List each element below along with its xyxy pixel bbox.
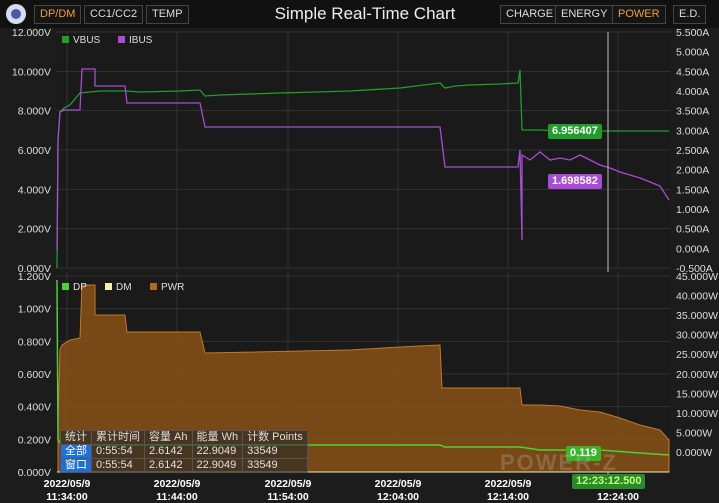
table-cell: 2.6142 <box>144 458 193 473</box>
tick-label: 1.000V <box>18 304 51 316</box>
top-left-axis: 12.000V10.000V8.000V6.000V4.000V2.000V0.… <box>12 28 51 275</box>
x-tick-date: 2022/05/9 <box>44 478 91 490</box>
tick-label: 0.400V <box>18 402 51 414</box>
legend-swatch-pwr <box>150 283 157 290</box>
vbus-readout: 6.956407 <box>548 124 602 139</box>
tick-label: 1.200V <box>18 271 51 283</box>
table-cell: 22.9049 <box>191 444 244 459</box>
tick-label: 2.000A <box>676 165 709 177</box>
x-tick-time: 11:34:00 <box>46 491 88 503</box>
legend-swatch-dm <box>105 283 112 290</box>
tick-label: 3.000A <box>676 125 709 137</box>
stats-header: 能量 Wh <box>191 430 244 445</box>
bottom-left-axis: 1.200V1.000V0.800V0.600V0.400V0.200V0.00… <box>18 271 51 479</box>
tick-label: 0.000W <box>676 447 712 459</box>
chart-title: Simple Real-Time Chart <box>274 4 456 23</box>
tick-label: 30.000W <box>676 330 718 342</box>
x-tick-date: 2022/05/9 <box>375 478 422 490</box>
table-cell: 0:55:54 <box>91 458 145 473</box>
tick-label: 0.500A <box>676 224 709 236</box>
tick-label: 15.000W <box>676 388 718 400</box>
tick-label: 1.500A <box>676 184 709 196</box>
tick-label: 0.800V <box>18 336 51 348</box>
stats-header: 统计 <box>60 430 92 445</box>
tick-label: 1.000A <box>676 204 709 216</box>
x-tick-time: 11:44:00 <box>156 491 198 503</box>
legend-label-dp: DP <box>73 282 87 293</box>
tick-label: 12.000V <box>12 28 51 39</box>
x-axis: 2022/05/911:34:002022/05/911:44:002022/0… <box>44 478 642 503</box>
tick-label: 10.000W <box>676 408 718 420</box>
table-cell: 2.6142 <box>144 444 193 459</box>
x-tick-time: 11:54:00 <box>267 491 309 503</box>
stats-row-label[interactable]: 全部 <box>60 444 92 459</box>
x-tick-date: 2022/05/9 <box>265 478 312 490</box>
x-tick-time: 12:24:00 <box>597 491 639 503</box>
legend-swatch-vbus <box>62 36 69 43</box>
table-row: 窗口 0:55:54 2.6142 22.9049 33549 <box>60 458 308 473</box>
x-tick-date: 2022/05/9 <box>154 478 201 490</box>
tab-dp-dm[interactable]: DP/DM <box>34 5 82 24</box>
table-cell: 0:55:54 <box>91 444 145 459</box>
table-cell: 33549 <box>242 458 308 473</box>
tick-label: 3.500A <box>676 106 709 118</box>
x-tick-time: 12:04:00 <box>377 491 419 503</box>
tick-label: 2.000V <box>18 224 51 236</box>
table-cell: 33549 <box>242 444 308 459</box>
stats-table: 统计 累计时间 容量 Ah 能量 Wh 计数 Points 全部 0:55:54… <box>60 430 308 473</box>
stats-row-label[interactable]: 窗口 <box>60 458 92 473</box>
legend-label-dm: DM <box>116 282 132 293</box>
stats-header: 计数 Points <box>242 430 308 445</box>
tick-label: 20.000W <box>676 369 718 381</box>
tick-label: 0.200V <box>18 434 51 446</box>
tick-label: 2.500A <box>676 145 709 157</box>
tick-label: 0.000A <box>676 243 709 255</box>
tick-label: 10.000V <box>12 66 51 78</box>
tick-label: 6.000V <box>18 145 51 157</box>
ibus-readout: 1.698582 <box>548 174 602 189</box>
tick-label: 4.000V <box>18 184 51 196</box>
tab-cc1-cc2[interactable]: CC1/CC2 <box>84 5 144 24</box>
top-toolbar: DP/DM CC1/CC2 TEMP Simple Real-Time Char… <box>0 0 719 28</box>
app-logo-icon <box>6 4 26 24</box>
bottom-right-axis: 45.000W 40.000W 35.000W 30.000W 25.000W 20.00… <box>676 271 718 459</box>
legend-label-vbus: VBUS <box>73 35 101 46</box>
tick-label: 8.000V <box>18 106 51 118</box>
tick-label: 40.000W <box>676 291 718 303</box>
tick-label: 0.600V <box>18 369 51 381</box>
legend-swatch-dp <box>62 283 69 290</box>
legend-swatch-ibus <box>118 36 125 43</box>
stats-header: 容量 Ah <box>144 430 193 445</box>
tab-temp[interactable]: TEMP <box>146 5 189 24</box>
tick-label: 5.000W <box>676 427 712 439</box>
tick-label: 35.000W <box>676 310 718 322</box>
stats-header: 累计时间 <box>91 430 145 445</box>
tick-label: 5.500A <box>676 28 709 39</box>
tab-ed[interactable]: E.D. <box>673 5 707 24</box>
legend-label-ibus: IBUS <box>129 35 153 46</box>
tick-label: 5.000A <box>676 47 709 59</box>
x-tick-time: 12:14:00 <box>487 491 529 503</box>
tick-label: 25.000W <box>676 349 718 361</box>
tick-label: 45.000W <box>676 271 718 283</box>
top-right-axis: 5.500A 5.000A 4.500A 4.000A 3.500A 3.000A 2.50… <box>676 28 713 275</box>
tick-label: 4.500A <box>676 66 709 78</box>
x-tick-date: 2022/05/9 <box>485 478 532 490</box>
table-cell: 22.9049 <box>191 458 244 473</box>
tab-power[interactable]: POWER <box>612 5 666 24</box>
powerz-watermark: POWER-Z <box>500 450 618 475</box>
stats-header-row: 统计 累计时间 容量 Ah 能量 Wh 计数 Points <box>60 430 308 445</box>
table-row: 全部 0:55:54 2.6142 22.9049 33549 <box>60 444 308 459</box>
tab-charge[interactable]: CHARGE <box>500 5 560 24</box>
cursor-time-readout: 12:23:12.500 <box>572 474 646 489</box>
legend-label-pwr: PWR <box>161 282 184 293</box>
tab-energy[interactable]: ENERGY <box>555 5 614 24</box>
tick-label: 4.000A <box>676 86 709 98</box>
